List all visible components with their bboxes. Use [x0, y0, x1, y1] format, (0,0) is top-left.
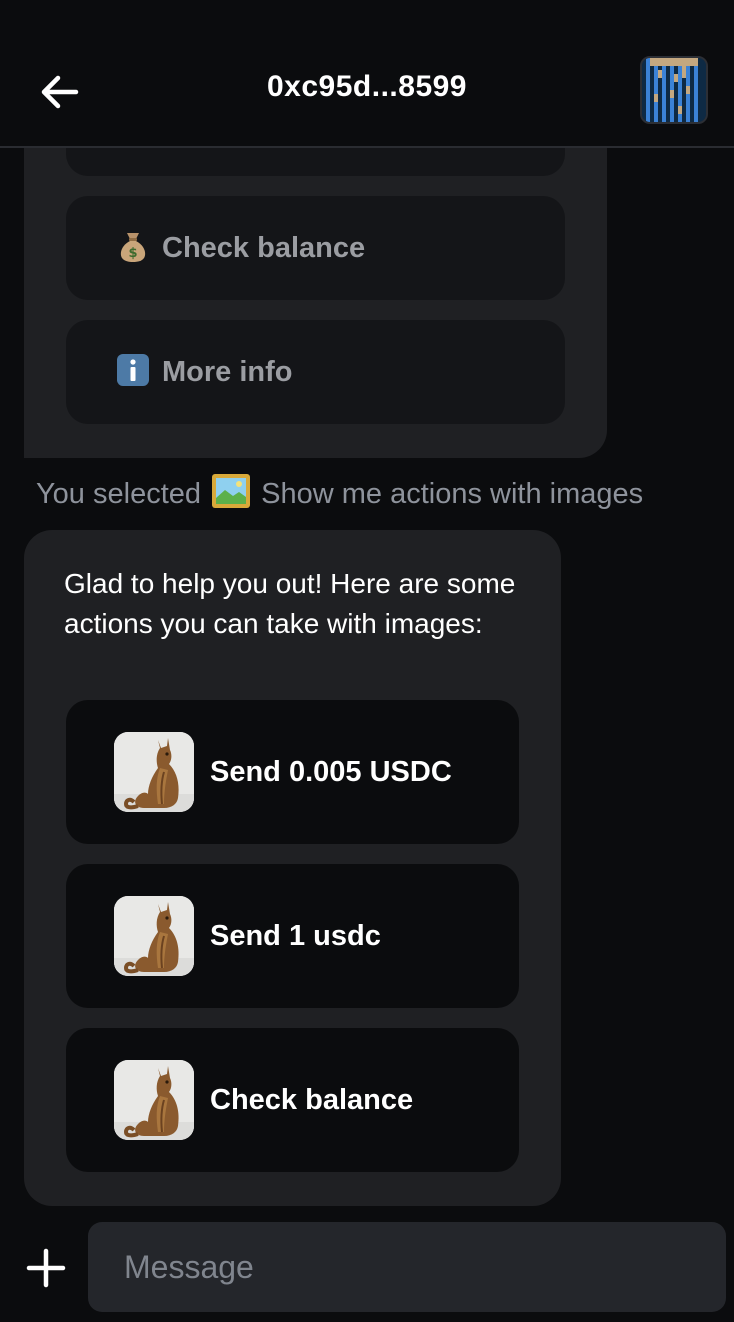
action-label: Send 1 usdc	[210, 920, 381, 952]
selection-prefix: You selected	[36, 478, 202, 510]
message-list[interactable]: $ Check balance More info You selected S…	[0, 148, 734, 1206]
attach-button[interactable]	[26, 1248, 66, 1288]
assistant-message-text: Glad to help you out! Here are some acti…	[64, 568, 516, 639]
framed-picture-icon	[211, 473, 251, 509]
conversation-title: 0xc95d...8599	[267, 70, 467, 103]
cat-thumbnail	[114, 1060, 194, 1140]
chat-screen: 0xc95d...8599 $ Check balance More info …	[0, 0, 734, 1322]
actions-bubble: $ Check balance More info	[24, 148, 607, 458]
more-info-button[interactable]: More info	[66, 320, 565, 424]
selection-text: Show me actions with images	[261, 478, 644, 510]
plus-icon	[26, 1248, 66, 1288]
cat-thumbnail	[114, 896, 194, 976]
action-label: Check balance	[210, 1084, 414, 1116]
cat-thumbnail	[114, 732, 194, 812]
send-0.005-usdc-button[interactable]: Send 0.005 USDC	[66, 700, 519, 844]
header: 0xc95d...8599	[0, 0, 734, 148]
money-bag-icon: $	[116, 229, 150, 263]
avatar[interactable]	[640, 56, 708, 124]
check-balance-button[interactable]: $ Check balance	[66, 196, 565, 300]
check-balance-label: Check balance	[162, 232, 366, 264]
more-info-label: More info	[162, 356, 293, 388]
check-balance-image-button[interactable]: Check balance	[66, 1028, 519, 1172]
selection-notice: You selected Show me actions with images	[36, 473, 643, 511]
action-label: Send 0.005 USDC	[210, 756, 452, 788]
assistant-bubble: Glad to help you out! Here are some acti…	[24, 530, 561, 1206]
blockie-avatar-icon	[642, 58, 706, 122]
composer	[0, 1206, 734, 1322]
action-button-hidden[interactable]	[66, 148, 565, 176]
send-1-usdc-button[interactable]: Send 1 usdc	[66, 864, 519, 1008]
svg-text:$: $	[128, 246, 137, 261]
information-icon	[116, 353, 150, 387]
message-input[interactable]	[88, 1222, 726, 1312]
